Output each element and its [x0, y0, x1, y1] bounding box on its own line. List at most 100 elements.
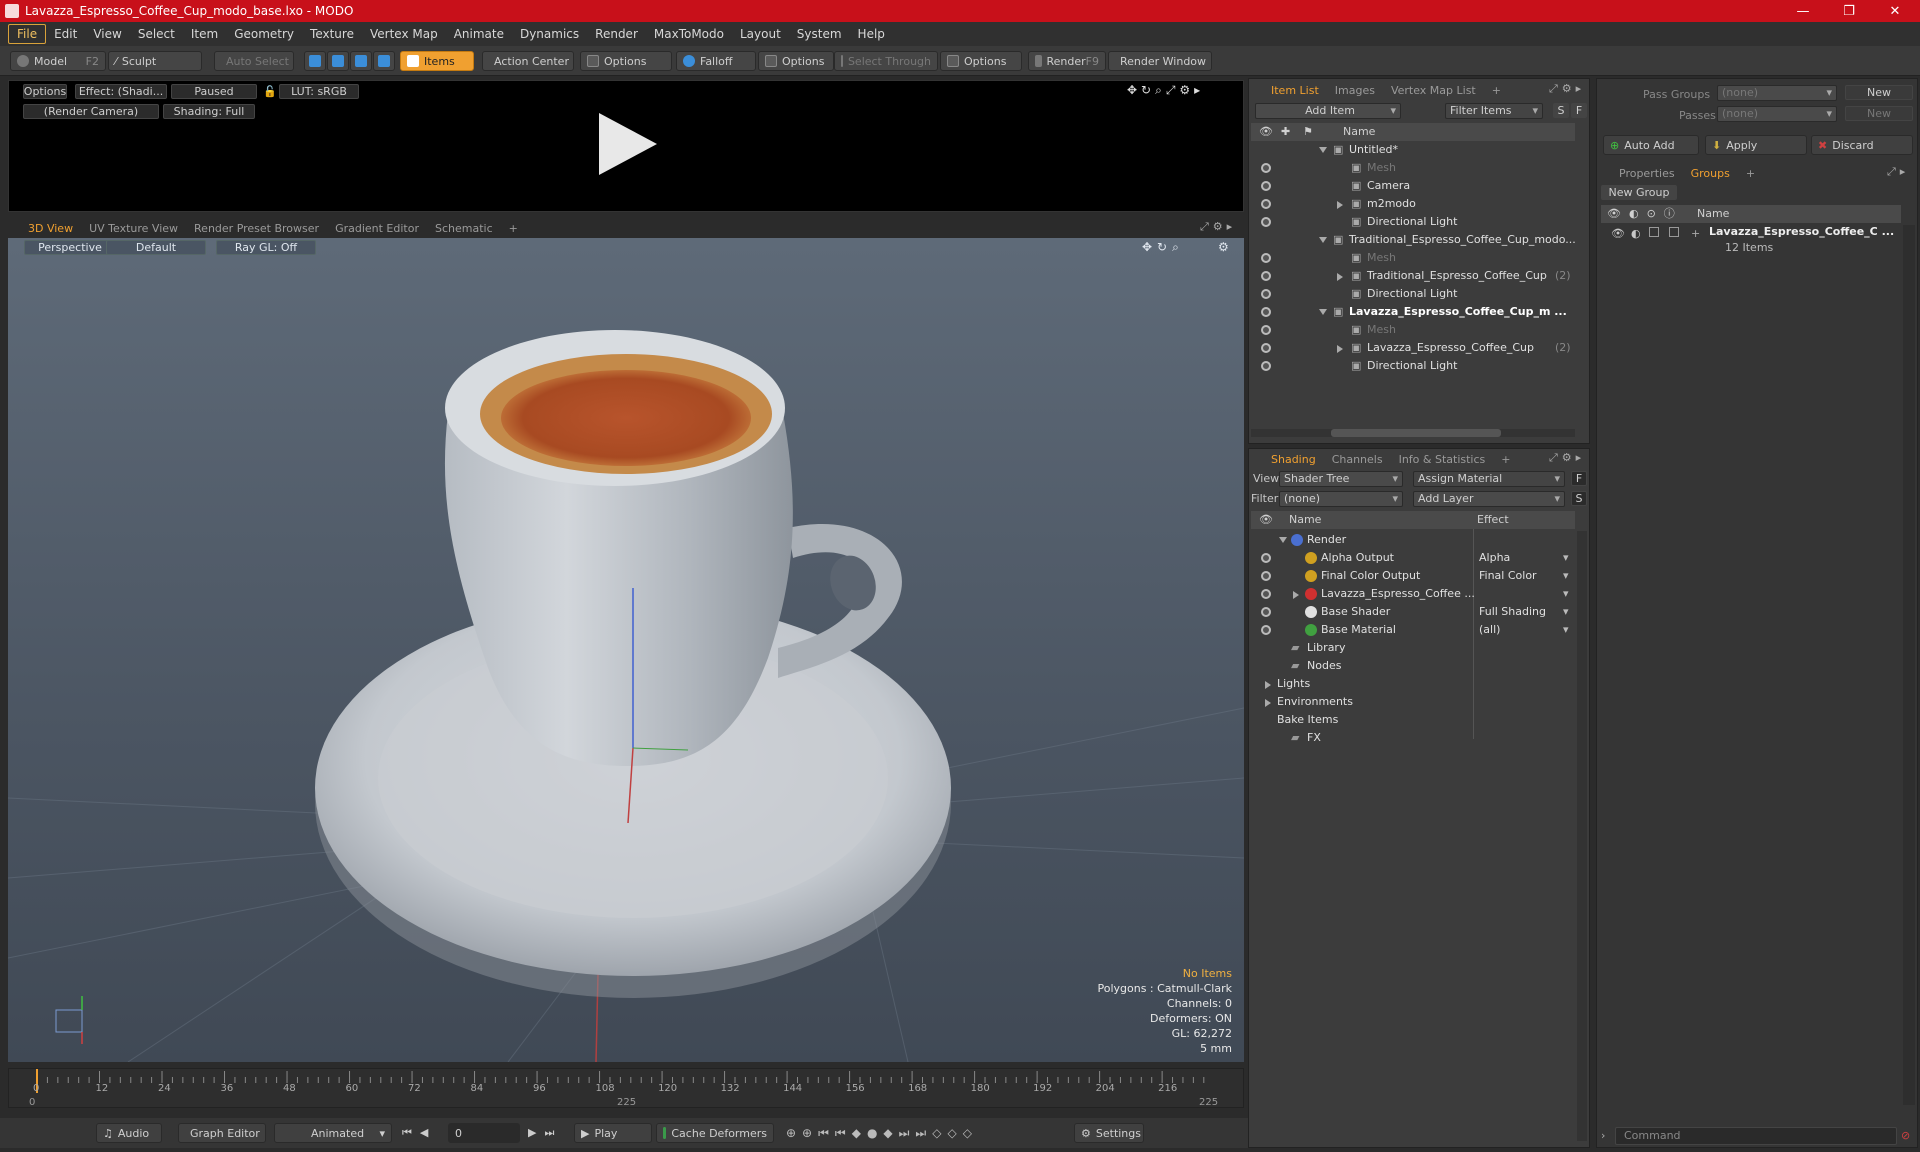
- maximize-button[interactable]: ❐: [1826, 0, 1872, 22]
- shader-effect[interactable]: Full Shading: [1479, 603, 1546, 621]
- menu-edit[interactable]: Edit: [46, 25, 85, 43]
- shader-row[interactable]: Base Shader Full Shading ▾: [1251, 603, 1575, 621]
- tab-add[interactable]: +: [1484, 82, 1509, 99]
- shader-row[interactable]: ▰ Nodes: [1251, 657, 1575, 675]
- eye-icon[interactable]: [1261, 589, 1271, 599]
- command-input[interactable]: Command: [1615, 1127, 1897, 1145]
- add-layer-dropdown[interactable]: Add Layer: [1413, 491, 1565, 507]
- eye-icon[interactable]: [1261, 343, 1271, 353]
- auto-select-button[interactable]: Auto Select: [214, 51, 294, 71]
- shader-row[interactable]: ▰ Library: [1251, 639, 1575, 657]
- shading-f-button[interactable]: F: [1571, 471, 1587, 486]
- group-lock-checkbox[interactable]: [1649, 227, 1659, 237]
- menu-view[interactable]: View: [85, 25, 129, 43]
- viewport-nav-icons[interactable]: ✥↻⌕: [1142, 240, 1184, 255]
- chevron-down-icon[interactable]: ▾: [1563, 549, 1569, 567]
- menu-maxtomodo[interactable]: MaxToModo: [646, 25, 732, 43]
- shader-effect[interactable]: Final Color: [1479, 567, 1537, 585]
- shading-filter-dropdown[interactable]: (none): [1279, 491, 1403, 507]
- eye-icon[interactable]: [1261, 325, 1271, 335]
- group-visibility-icon[interactable]: 👁: [1611, 227, 1625, 240]
- perspective-dropdown[interactable]: Perspective: [24, 240, 116, 255]
- eye-icon[interactable]: [1261, 181, 1271, 191]
- audio-button[interactable]: ♫ Audio: [96, 1123, 162, 1143]
- tab-3d-view[interactable]: 3D View: [20, 220, 81, 237]
- key-tools-icons[interactable]: ⊕⊕⏮⏮◆●◆⏭⏭◇◇◇: [786, 1126, 978, 1141]
- menu-render[interactable]: Render: [587, 25, 646, 43]
- graph-editor-button[interactable]: Graph Editor: [178, 1123, 266, 1143]
- menu-geometry[interactable]: Geometry: [226, 25, 302, 43]
- tab-schematic[interactable]: Schematic: [427, 220, 501, 237]
- eye-icon[interactable]: [1261, 361, 1271, 371]
- sculpt-mode-button[interactable]: ⁄ Sculpt: [108, 51, 202, 71]
- shading-panel-tools-icons[interactable]: ⤢⚙▸: [1549, 451, 1585, 465]
- item-list-scrollbar[interactable]: [1251, 429, 1575, 437]
- tab-add[interactable]: +: [1738, 165, 1763, 182]
- items-mode-button[interactable]: Items: [400, 51, 474, 71]
- item-row[interactable]: ▣ Lavazza_Espresso_Coffee_Cup_m ...: [1251, 303, 1575, 321]
- select-polygons-button[interactable]: [350, 51, 372, 71]
- render-preview[interactable]: Options Effect: (Shadi... Paused 🔓 LUT: …: [8, 80, 1244, 212]
- pass-groups-dropdown[interactable]: (none): [1717, 85, 1837, 101]
- item-panel-tools-icons[interactable]: ⤢⚙▸: [1549, 82, 1585, 96]
- shader-row[interactable]: Base Material (all) ▾: [1251, 621, 1575, 639]
- item-row[interactable]: ▣ Directional Light: [1251, 213, 1575, 231]
- tab-gradient-editor[interactable]: Gradient Editor: [327, 220, 427, 237]
- render-camera-dropdown[interactable]: (Render Camera): [23, 104, 159, 119]
- shading-scrollbar[interactable]: [1577, 531, 1587, 1141]
- play-button[interactable]: ▶ Play: [574, 1123, 652, 1143]
- render-window-button[interactable]: Render Window: [1108, 51, 1212, 71]
- select-vertices-button[interactable]: [304, 51, 326, 71]
- render-button[interactable]: Render F9: [1028, 51, 1106, 71]
- falloff-options-button[interactable]: Options: [758, 51, 834, 71]
- falloff-button[interactable]: Falloff: [676, 51, 756, 71]
- lut-dropdown[interactable]: LUT: sRGB: [279, 84, 359, 99]
- expand-toggle-icon[interactable]: [1293, 591, 1299, 599]
- action-center-button[interactable]: Action Center: [482, 51, 574, 71]
- eye-icon[interactable]: [1261, 163, 1271, 173]
- item-row[interactable]: ▣ Mesh: [1251, 249, 1575, 267]
- shader-row[interactable]: Final Color Output Final Color ▾: [1251, 567, 1575, 585]
- tab-render-preset-browser[interactable]: Render Preset Browser: [186, 220, 327, 237]
- item-row[interactable]: ▣ Untitled*: [1251, 141, 1575, 159]
- viewport-scene[interactable]: [8, 238, 1244, 1062]
- expand-toggle-icon[interactable]: [1337, 273, 1343, 281]
- frame-input[interactable]: 0: [448, 1123, 520, 1143]
- item-row[interactable]: ▣ Lavazza_Espresso_Coffee_Cup (2): [1251, 339, 1575, 357]
- group-row[interactable]: 👁 ◐ + Lavazza_Espresso_Coffee_C ... 12 I…: [1601, 225, 1901, 261]
- shader-row[interactable]: Lights: [1251, 675, 1575, 693]
- skip-prev-icons[interactable]: ⏮◀: [402, 1126, 436, 1140]
- item-row[interactable]: ▣ Mesh: [1251, 321, 1575, 339]
- new-pass-button[interactable]: New: [1845, 106, 1913, 121]
- item-row[interactable]: ▣ m2modo: [1251, 195, 1575, 213]
- viewport-settings-icon[interactable]: ⚙: [1218, 240, 1229, 254]
- skip-next-icons[interactable]: ▶⏭: [528, 1126, 562, 1140]
- item-row[interactable]: ▣ Directional Light: [1251, 285, 1575, 303]
- group-expand-icon[interactable]: +: [1691, 227, 1700, 240]
- chevron-down-icon[interactable]: ▾: [1563, 567, 1569, 585]
- eye-icon[interactable]: [1261, 553, 1271, 563]
- preview-effect-dropdown[interactable]: Effect: (Shadi...: [75, 84, 167, 99]
- shader-row[interactable]: Render: [1251, 531, 1575, 549]
- chevron-down-icon[interactable]: ▾: [1563, 621, 1569, 639]
- tab-properties[interactable]: Properties: [1611, 165, 1683, 182]
- expand-toggle-icon[interactable]: [1337, 201, 1343, 209]
- shading-s-button[interactable]: S: [1571, 491, 1587, 506]
- expand-toggle-icon[interactable]: [1279, 537, 1287, 543]
- eye-icon[interactable]: [1261, 253, 1271, 263]
- eye-icon[interactable]: [1261, 217, 1271, 227]
- shader-effect[interactable]: (all): [1479, 621, 1500, 639]
- play-icon[interactable]: [591, 109, 661, 179]
- groups-scrollbar[interactable]: [1903, 225, 1915, 1105]
- expand-toggle-icon[interactable]: [1265, 699, 1271, 707]
- tab-vertex-map-list[interactable]: Vertex Map List: [1383, 82, 1484, 99]
- tab-channels[interactable]: Channels: [1324, 451, 1391, 468]
- item-row[interactable]: ▣ Traditional_Espresso_Coffee_Cup (2): [1251, 267, 1575, 285]
- raygl-dropdown[interactable]: Ray GL: Off: [216, 240, 316, 255]
- menu-texture[interactable]: Texture: [302, 25, 362, 43]
- item-row[interactable]: ▣ Camera: [1251, 177, 1575, 195]
- assign-material-button[interactable]: Assign Material: [1413, 471, 1565, 487]
- select-edges-button[interactable]: [327, 51, 349, 71]
- discard-button[interactable]: ✖ Discard: [1811, 135, 1913, 155]
- filter-items-input[interactable]: Filter Items: [1445, 103, 1543, 119]
